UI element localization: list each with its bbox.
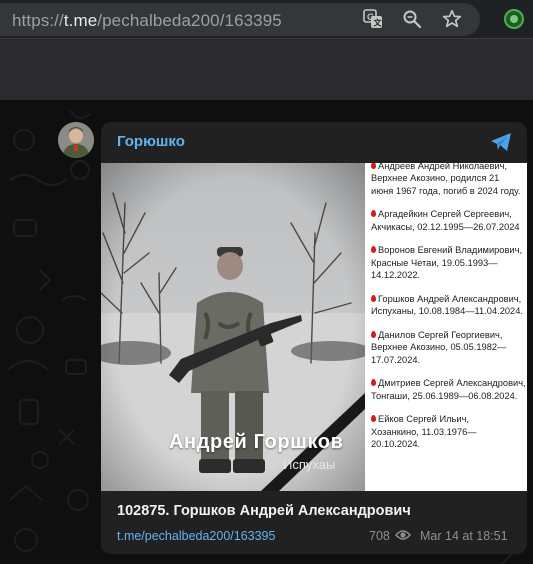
- channel-avatar[interactable]: [58, 122, 94, 158]
- list-item: Ейков Сергей Ильич, Хозанкино, 11.03.1976…: [371, 414, 477, 450]
- blood-drop-icon: [371, 246, 376, 254]
- bookmark-star-icon[interactable]: [441, 8, 463, 30]
- zoom-icon[interactable]: [401, 8, 423, 30]
- memorial-photo: Андрей Горшков Испухаы: [101, 163, 365, 491]
- view-count: 708: [369, 529, 390, 543]
- svg-text:文: 文: [374, 18, 383, 28]
- list-item: Дмитриев Сергей Александрович, Тонгаши, 2…: [371, 378, 526, 401]
- channel-post: Горюшко Андрей Горшков Испухаы Андреев А…: [101, 122, 527, 554]
- blood-drop-icon: [371, 330, 376, 338]
- post-image[interactable]: Андрей Горшков Испухаы Андреев Андрей Ни…: [101, 163, 527, 491]
- list-item: Данилов Сергей Георгиевич, Верхнее Акозин…: [371, 329, 507, 365]
- translate-icon[interactable]: G文: [362, 8, 384, 30]
- casualty-list: Андреев Андрей Николаевич, Верхнее Акозин…: [365, 163, 527, 491]
- eye-icon: [395, 530, 411, 540]
- blood-drop-icon: [371, 294, 376, 302]
- post-caption: 102875. Горшков Андрей Александрович: [117, 503, 411, 519]
- post-timestamp: Mar 14 at 18:51: [420, 529, 508, 543]
- list-item: Воронов Евгений Владимирович, Красные Чет…: [371, 245, 523, 281]
- list-item: Горшков Андрей Александрович, Испуханы, 1…: [371, 293, 523, 317]
- browser-toolbar: https://t.me/pechalbeda200/163395 G文: [0, 0, 533, 38]
- blood-drop-icon: [371, 210, 376, 218]
- image-overlay-name: Андрей Горшков: [169, 431, 344, 453]
- image-overlay-place: Испухаы: [283, 457, 336, 472]
- list-item: Андреев Андрей Николаевич, Верхнее Акозин…: [371, 163, 521, 196]
- blood-drop-icon: [371, 415, 376, 423]
- list-item: Аргадейкин Сергей Сергеевич, Акчикасы, 02…: [371, 209, 520, 232]
- telegram-share-icon[interactable]: [490, 132, 512, 152]
- extension-icon[interactable]: [504, 9, 524, 29]
- blood-drop-icon: [371, 379, 376, 387]
- browser-tab-strip: [0, 38, 533, 100]
- url-text[interactable]: https://t.me/pechalbeda200/163395: [12, 11, 282, 31]
- post-link[interactable]: t.me/pechalbeda200/163395: [117, 529, 275, 543]
- channel-name[interactable]: Горюшко: [117, 133, 185, 150]
- blood-drop-icon: [371, 163, 376, 169]
